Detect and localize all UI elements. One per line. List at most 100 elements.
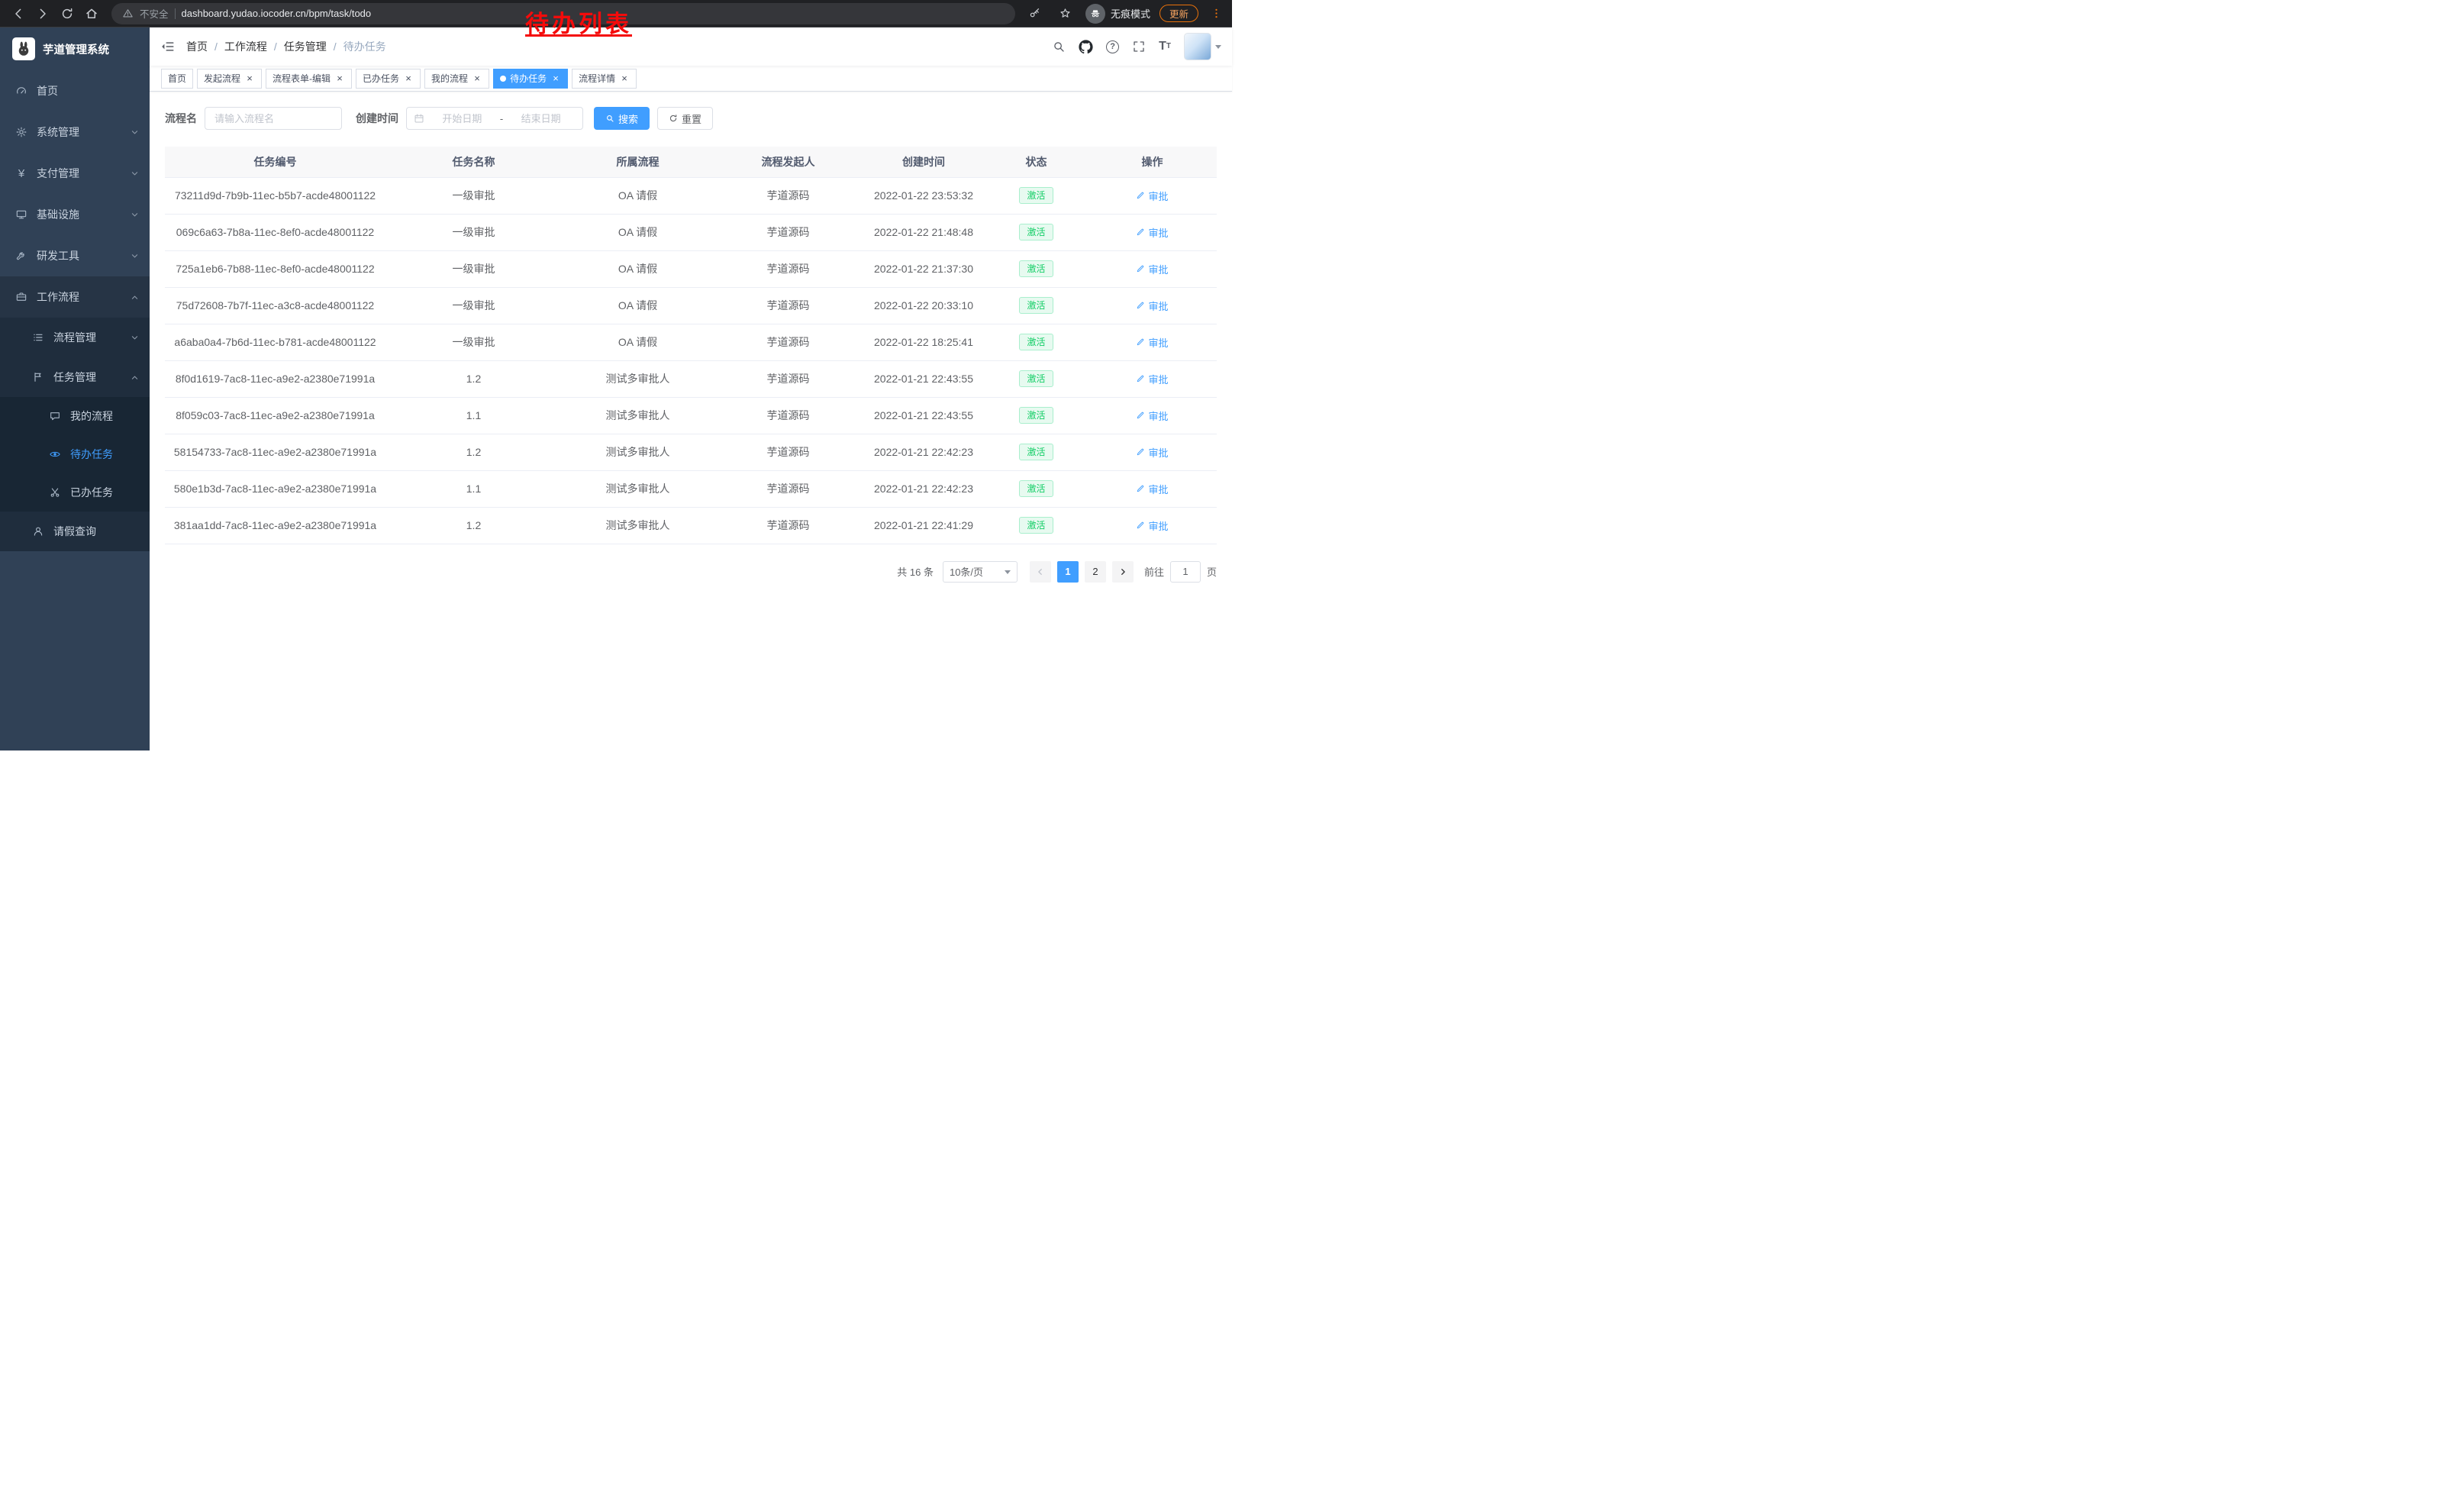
approve-link[interactable]: 审批 (1136, 189, 1168, 203)
briefcase-icon (15, 291, 27, 303)
sidebar-item-home[interactable]: 首页 (0, 70, 150, 111)
sidebar-item-todo-tasks[interactable]: 待办任务 (0, 435, 150, 473)
table-row: 381aa1dd-7ac8-11ec-a9e2-a2380e71991a 1.2… (165, 507, 1217, 544)
cell-process: 测试多审批人 (562, 507, 714, 544)
sidebar-label: 系统管理 (37, 124, 79, 140)
search-button-label: 搜索 (618, 111, 638, 126)
cell-task-name: 一级审批 (385, 287, 562, 324)
tags-view: 首页 发起流程 × 流程表单-编辑 × 已办任务 × 我的流程 × 待办任务 × (150, 66, 1232, 92)
app-logo-row[interactable]: 芋道管理系统 (0, 27, 150, 70)
tab-close-icon[interactable]: × (550, 73, 561, 84)
tab-my-process[interactable]: 我的流程 × (424, 69, 489, 89)
browser-reload-icon[interactable] (56, 3, 78, 24)
incognito-label: 无痕模式 (1111, 6, 1150, 21)
cell-process: 测试多审批人 (562, 470, 714, 507)
table-row: 8f0d1619-7ac8-11ec-a9e2-a2380e71991a 1.2… (165, 360, 1217, 397)
next-page-button[interactable] (1112, 561, 1134, 583)
yen-icon: ¥ (15, 168, 27, 179)
page-button-2[interactable]: 2 (1085, 561, 1106, 583)
table-header-row: 任务编号 任务名称 所属流程 流程发起人 创建时间 状态 操作 (165, 147, 1217, 177)
approve-link[interactable]: 审批 (1136, 335, 1168, 350)
search-button[interactable]: 搜索 (594, 107, 650, 130)
sidebar-item-done-tasks[interactable]: 已办任务 (0, 473, 150, 512)
chevron-down-icon (131, 169, 139, 178)
breadcrumb-separator: / (214, 40, 218, 53)
approve-link[interactable]: 审批 (1136, 262, 1168, 276)
approve-link[interactable]: 审批 (1136, 408, 1168, 423)
font-size-icon[interactable]: TT (1159, 40, 1171, 53)
chrome-update-button[interactable]: 更新 (1159, 5, 1198, 22)
tab-todo-tasks[interactable]: 待办任务 × (493, 69, 568, 89)
approve-link[interactable]: 审批 (1136, 518, 1168, 533)
cell-task-name: 一级审批 (385, 250, 562, 287)
sidebar-item-system[interactable]: 系统管理 (0, 111, 150, 153)
table-row: a6aba0a4-7b6d-11ec-b781-acde48001122 一级审… (165, 324, 1217, 360)
approve-link[interactable]: 审批 (1136, 482, 1168, 496)
chevron-down-icon (131, 252, 139, 260)
start-date-input[interactable] (427, 113, 497, 124)
tab-close-icon[interactable]: × (403, 73, 414, 84)
sidebar-item-workflow[interactable]: 工作流程 (0, 276, 150, 318)
sidebar-label: 流程管理 (53, 330, 96, 345)
sidebar-item-leave-query[interactable]: 请假查询 (0, 512, 150, 551)
tab-close-icon[interactable]: × (619, 73, 630, 84)
help-icon[interactable]: ? (1106, 40, 1119, 53)
col-action: 操作 (1088, 147, 1217, 177)
sidebar-item-process-management[interactable]: 流程管理 (0, 318, 150, 357)
cell-initiator: 芋道源码 (714, 470, 863, 507)
sidebar-item-infrastructure[interactable]: 基础设施 (0, 194, 150, 235)
browser-home-icon[interactable] (81, 3, 102, 24)
sidebar-item-my-process[interactable]: 我的流程 (0, 397, 150, 435)
tab-done-tasks[interactable]: 已办任务 × (356, 69, 421, 89)
date-range-picker[interactable]: - (406, 107, 583, 130)
search-icon[interactable] (1052, 40, 1066, 53)
cell-create-time: 2022-01-21 22:43:55 (863, 360, 985, 397)
scissors-icon (49, 486, 61, 499)
sidebar-item-task-management[interactable]: 任务管理 (0, 357, 150, 397)
status-badge: 激活 (1019, 444, 1053, 460)
cell-create-time: 2022-01-21 22:42:23 (863, 470, 985, 507)
breadcrumb-item[interactable]: 工作流程 (224, 39, 267, 54)
browser-forward-icon[interactable] (32, 3, 53, 24)
chevron-down-icon (131, 128, 139, 137)
page-size-select[interactable]: 10条/页 (943, 561, 1018, 583)
end-date-input[interactable] (506, 113, 576, 124)
github-icon[interactable] (1079, 40, 1093, 54)
cell-initiator: 芋道源码 (714, 214, 863, 250)
sidebar: 芋道管理系统 首页 系统管理 ¥ 支付管理 基础设施 (0, 27, 150, 750)
goto-page-input[interactable] (1170, 561, 1201, 583)
cell-task-name: 1.1 (385, 397, 562, 434)
sidebar-item-devtools[interactable]: 研发工具 (0, 235, 150, 276)
tab-close-icon[interactable]: × (334, 73, 345, 84)
user-menu[interactable] (1184, 33, 1221, 60)
fullscreen-icon[interactable] (1132, 40, 1146, 53)
status-badge: 激活 (1019, 517, 1053, 534)
approve-label: 审批 (1148, 189, 1168, 203)
bookmark-star-icon[interactable] (1055, 3, 1076, 24)
sidebar-item-payment[interactable]: ¥ 支付管理 (0, 153, 150, 194)
browser-menu-icon[interactable] (1208, 3, 1224, 24)
tab-home[interactable]: 首页 (161, 69, 193, 89)
tab-process-form-edit[interactable]: 流程表单-编辑 × (266, 69, 352, 89)
tab-close-icon[interactable]: × (244, 73, 255, 84)
tab-process-detail[interactable]: 流程详情 × (572, 69, 637, 89)
browser-back-icon[interactable] (8, 3, 29, 24)
process-name-input[interactable] (205, 107, 342, 130)
approve-link[interactable]: 审批 (1136, 372, 1168, 386)
reset-button[interactable]: 重置 (657, 107, 713, 130)
tab-close-icon[interactable]: × (472, 73, 482, 84)
cell-task-id: a6aba0a4-7b6d-11ec-b781-acde48001122 (165, 324, 385, 360)
prev-page-button[interactable] (1030, 561, 1051, 583)
approve-link[interactable]: 审批 (1136, 445, 1168, 460)
password-key-icon[interactable] (1024, 3, 1046, 24)
breadcrumb-item[interactable]: 任务管理 (284, 39, 327, 54)
sidebar-collapse-icon[interactable] (150, 39, 186, 54)
tab-start-process[interactable]: 发起流程 × (197, 69, 262, 89)
cell-create-time: 2022-01-21 22:43:55 (863, 397, 985, 434)
breadcrumb-item[interactable]: 首页 (186, 39, 208, 54)
status-badge: 激活 (1019, 370, 1053, 387)
page-button-1[interactable]: 1 (1057, 561, 1079, 583)
approve-link[interactable]: 审批 (1136, 225, 1168, 240)
approve-link[interactable]: 审批 (1136, 299, 1168, 313)
tab-label: 首页 (168, 72, 186, 85)
